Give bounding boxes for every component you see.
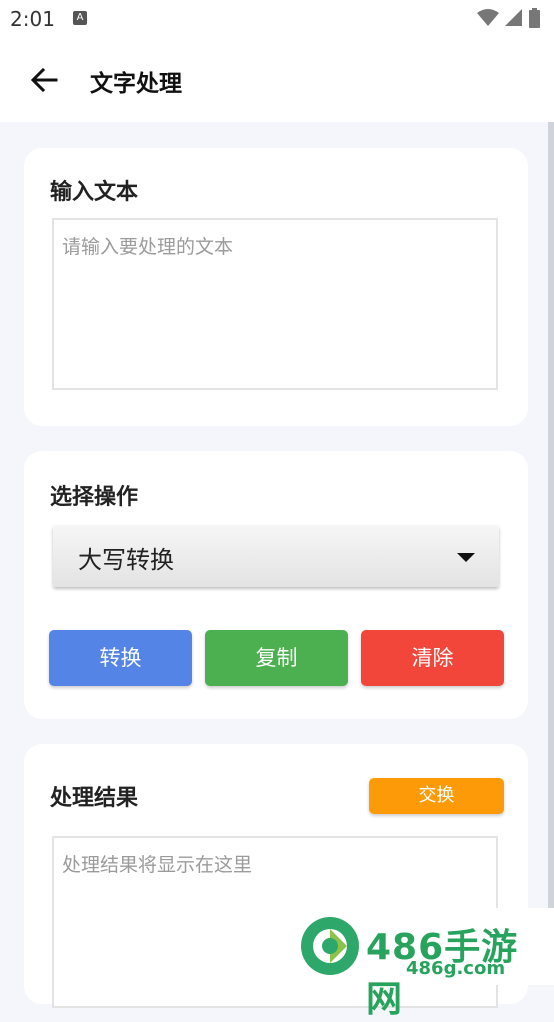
status-icons (477, 8, 540, 28)
page-title: 文字处理 (90, 71, 182, 97)
notification-icon: A (73, 11, 87, 25)
input-card: 输入文本 (24, 148, 528, 426)
back-button[interactable] (26, 62, 62, 98)
app-bar: 文字处理 (0, 38, 554, 122)
swap-button[interactable]: 交换 (369, 778, 504, 814)
dropdown-arrow-icon (457, 553, 475, 562)
watermark-subtext: 486g.com (406, 958, 506, 979)
wifi-icon (477, 9, 499, 26)
watermark-logo-icon (301, 917, 359, 975)
status-bar: 2:01 A (0, 0, 554, 38)
scrollbar[interactable] (548, 122, 554, 912)
status-time: 2:01 (10, 7, 55, 31)
watermark: 486手游网 486g.com (298, 908, 554, 1020)
arrow-left-icon (30, 67, 58, 93)
clear-button[interactable]: 清除 (361, 630, 504, 686)
operation-select[interactable]: 大写转换 (53, 525, 499, 587)
operation-card: 选择操作 大写转换 转换 复制 清除 (24, 451, 528, 719)
result-section-title: 处理结果 (50, 786, 139, 811)
convert-button[interactable]: 转换 (49, 630, 192, 686)
operation-section-title: 选择操作 (50, 485, 139, 510)
cellular-icon (505, 9, 522, 26)
input-section-title: 输入文本 (50, 180, 139, 205)
selected-operation: 大写转换 (78, 546, 174, 574)
copy-button[interactable]: 复制 (205, 630, 348, 686)
battery-icon (529, 8, 540, 28)
input-textarea[interactable] (52, 218, 498, 390)
